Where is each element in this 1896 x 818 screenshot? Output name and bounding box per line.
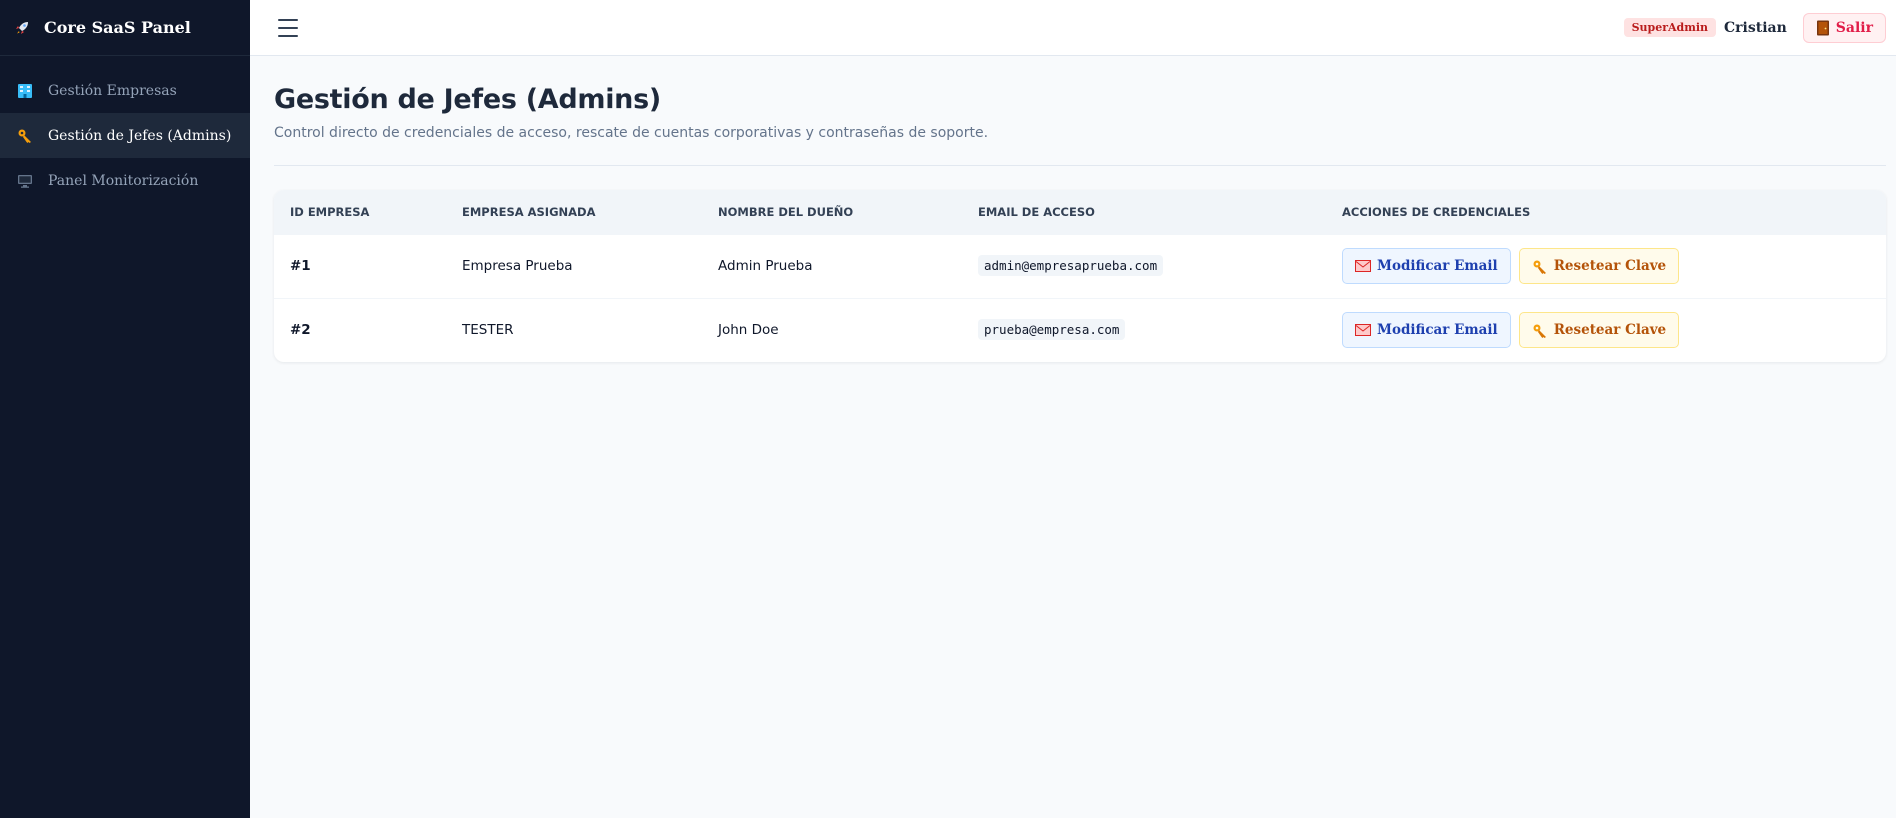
- column-header: Acciones de Credenciales: [1342, 204, 1531, 219]
- table-row: #1 Empresa Prueba Admin Prueba admin@emp…: [274, 234, 1886, 298]
- email-value: admin@empresaprueba.com: [978, 255, 1164, 276]
- key-icon: [16, 127, 34, 145]
- hamburger-icon[interactable]: [278, 18, 298, 37]
- reset-password-label: Resetear Clave: [1553, 322, 1667, 339]
- key-icon: [1532, 259, 1548, 274]
- logout-label: Salir: [1835, 19, 1873, 36]
- cell-actions: Modificar Email Resetear Clave: [1326, 234, 1886, 298]
- modify-email-label: Modificar Email: [1377, 322, 1498, 339]
- cell-actions: Modificar Email Resetear Clave: [1326, 298, 1886, 362]
- logout-button[interactable]: Salir: [1802, 12, 1886, 43]
- envelope-icon: [1355, 323, 1371, 337]
- admins-table-card: ID Empresa Empresa Asignada Nombre del D…: [274, 190, 1886, 362]
- reset-password-button[interactable]: Resetear Clave: [1518, 312, 1680, 349]
- cell-company: Empresa Prueba: [462, 258, 573, 274]
- sidebar: Core SaaS Panel Gestión Empresas Gestión…: [0, 0, 250, 818]
- sidebar-item-empresas[interactable]: Gestión Empresas: [0, 68, 250, 113]
- key-icon: [1532, 323, 1548, 339]
- table-row: #2 TESTER John Doe prueba@empresa.com Mo…: [274, 298, 1886, 362]
- cell-company: TESTER: [462, 322, 514, 339]
- cell-email: admin@empresaprueba.com: [962, 234, 1326, 298]
- column-header: Nombre del Dueño: [718, 204, 854, 219]
- cell-email: prueba@empresa.com: [962, 298, 1326, 362]
- page-title: Gestión de Jefes (Admins): [274, 84, 661, 115]
- sidebar-nav: Gestión Empresas Gestión de Jefes (Admin…: [0, 56, 250, 203]
- cell-owner: John Doe: [718, 322, 779, 339]
- table-header-row: ID Empresa Empresa Asignada Nombre del D…: [274, 190, 1886, 234]
- reset-password-label: Resetear Clave: [1553, 258, 1667, 274]
- app-title: Core SaaS Panel: [44, 18, 191, 37]
- sidebar-item-monitorizacion[interactable]: Panel Monitorización: [0, 158, 250, 203]
- topbar: SuperAdmin Cristian Salir: [250, 0, 1896, 56]
- sidebar-item-label: Panel Monitorización: [48, 172, 199, 189]
- admins-table: ID Empresa Empresa Asignada Nombre del D…: [274, 190, 1886, 362]
- column-header: Empresa Asignada: [462, 204, 596, 219]
- modify-email-button[interactable]: Modificar Email: [1342, 312, 1511, 349]
- user-area: SuperAdmin Cristian Salir: [1623, 12, 1886, 43]
- email-value: prueba@empresa.com: [978, 319, 1126, 341]
- brand: Core SaaS Panel: [0, 0, 250, 56]
- page-subtitle: Control directo de credenciales de acces…: [274, 125, 989, 141]
- cell-owner: Admin Prueba: [718, 258, 813, 274]
- cell-id: #1: [290, 258, 311, 274]
- reset-password-button[interactable]: Resetear Clave: [1518, 248, 1680, 284]
- divider: [274, 165, 1886, 166]
- rocket-icon: [12, 18, 32, 38]
- page-content: Gestión de Jefes (Admins) Control direct…: [250, 56, 1896, 362]
- monitor-icon: [16, 172, 34, 190]
- sidebar-item-label: Gestión Empresas: [48, 82, 177, 99]
- user-name: Cristian: [1724, 19, 1787, 36]
- sidebar-item-label: Gestión de Jefes (Admins): [48, 127, 232, 144]
- column-header: Email de Acceso: [978, 204, 1095, 219]
- modify-email-button[interactable]: Modificar Email: [1342, 248, 1511, 284]
- building-icon: [16, 82, 34, 100]
- column-header: ID Empresa: [290, 204, 370, 219]
- role-badge: SuperAdmin: [1623, 18, 1717, 37]
- cell-id: #2: [290, 322, 311, 339]
- envelope-icon: [1355, 259, 1371, 273]
- sidebar-item-jefes[interactable]: Gestión de Jefes (Admins): [0, 113, 250, 158]
- main-area: SuperAdmin Cristian Salir Gestión de Jef…: [250, 0, 1896, 818]
- door-icon: [1816, 20, 1830, 36]
- modify-email-label: Modificar Email: [1377, 258, 1498, 274]
